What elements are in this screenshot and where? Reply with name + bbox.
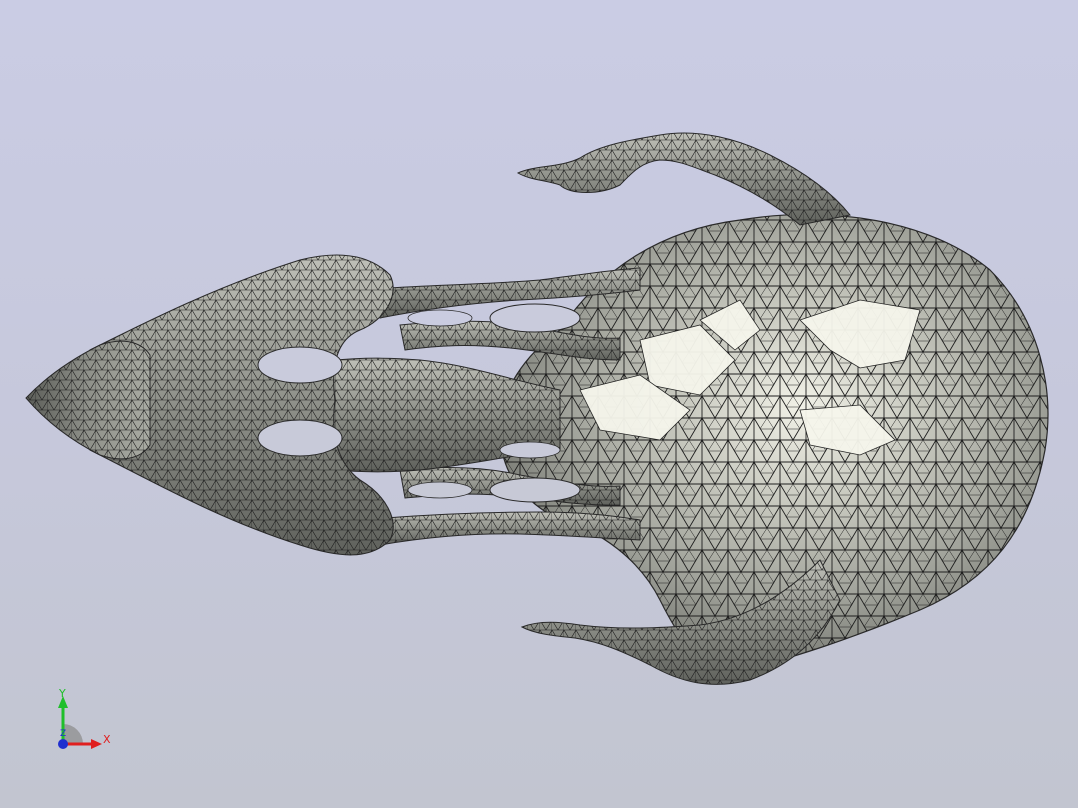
axis-triad-graphic — [58, 696, 102, 749]
y-axis-label: Y — [59, 687, 66, 700]
z-axis-label: Z — [60, 729, 67, 739]
axis-triad: X Y Z — [46, 684, 126, 756]
3d-viewport[interactable]: X Y Z — [0, 0, 1078, 808]
mesh-body — [25, 132, 1049, 685]
mesh-model[interactable] — [0, 0, 1078, 808]
x-axis-label: X — [103, 733, 111, 746]
